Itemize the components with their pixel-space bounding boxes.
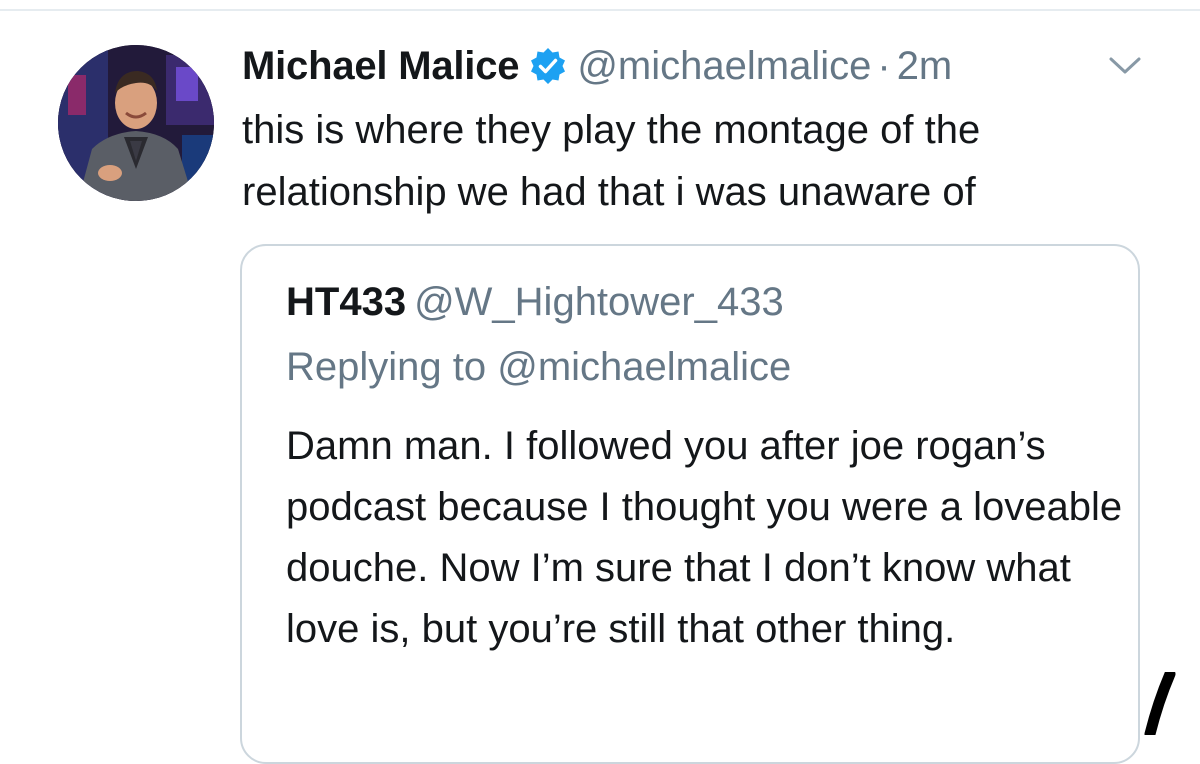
edge-mark xyxy=(1140,668,1180,740)
user-handle[interactable]: @michaelmalice xyxy=(577,44,871,89)
quoted-tweet-text: Damn man. I followed you after joe rogan… xyxy=(286,424,1123,651)
avatar-image xyxy=(58,45,214,201)
replying-to-label: Replying to @michaelmalice xyxy=(286,345,792,389)
quoted-display-name: HT433 xyxy=(286,280,407,324)
quoted-tweet-header: HT433 @W_Hightower_433 xyxy=(286,280,784,325)
verified-badge-icon xyxy=(529,47,567,85)
tweet-text: this is where they play the montage of t… xyxy=(242,108,981,214)
tweet-header: Michael Malice @michaelmalice · 2m xyxy=(242,40,952,92)
separator-dot: · xyxy=(877,43,891,88)
quoted-tweet-card[interactable]: HT433 @W_Hightower_433 Replying to @micha… xyxy=(240,244,1140,764)
chevron-down-icon[interactable] xyxy=(1108,54,1142,78)
quoted-user-handle: @W_Hightower_433 xyxy=(414,280,784,324)
top-divider xyxy=(0,9,1200,11)
timestamp[interactable]: 2m xyxy=(897,44,953,89)
display-name[interactable]: Michael Malice xyxy=(242,44,520,89)
avatar[interactable] xyxy=(58,45,214,201)
